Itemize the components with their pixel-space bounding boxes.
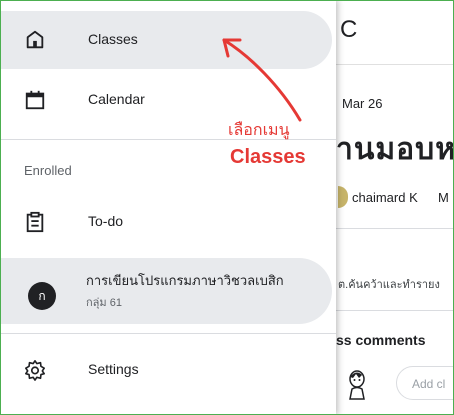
screenshot-frame [0,0,454,415]
